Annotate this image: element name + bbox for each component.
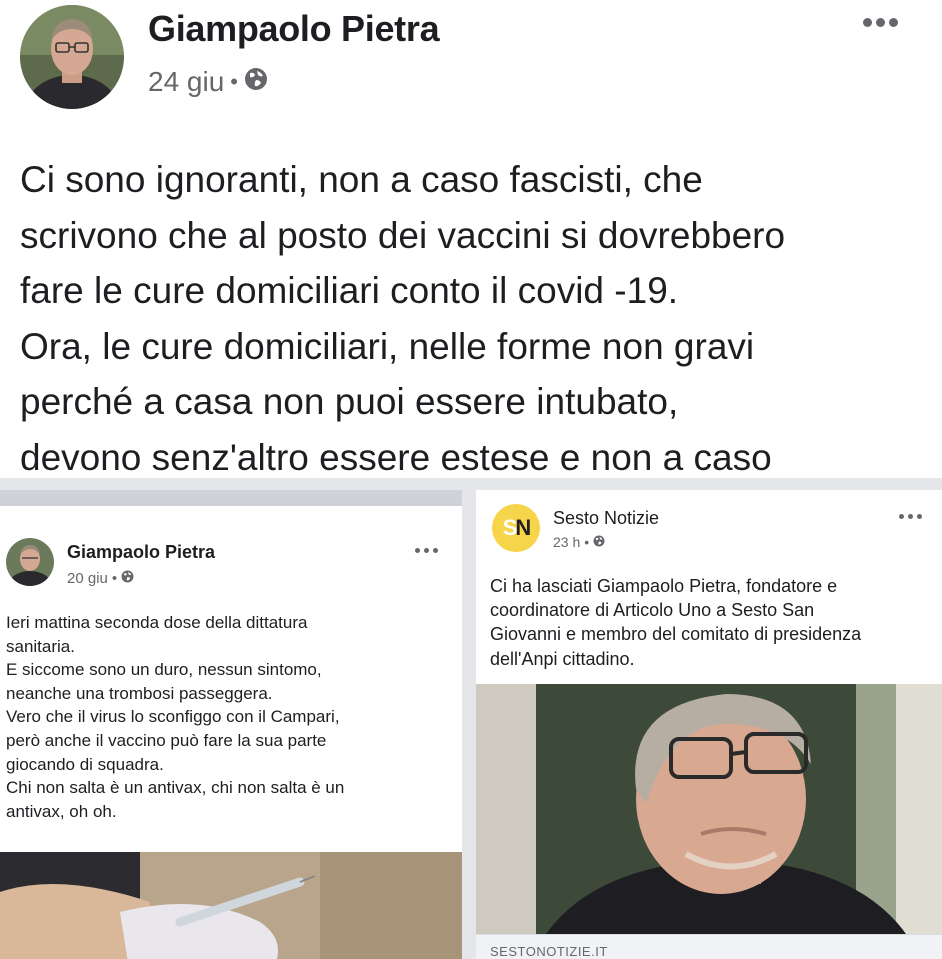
post-text-line: Ieri mattina seconda dose della dittatur…	[6, 613, 308, 632]
meta-separator: •	[584, 534, 590, 550]
post-text-line: neanche una trombosi passeggera.	[6, 683, 273, 703]
post-text-line: sanitaria.	[6, 636, 75, 656]
post-text-line: Ci sono ignoranti, non a caso fascisti, …	[20, 159, 703, 200]
link-preview-bar[interactable]: SESTONOTIZIE.IT	[476, 934, 942, 959]
post-text-line: Ora, le cure domiciliari, nelle forme no…	[20, 325, 755, 367]
main-post: Giampaolo Pietra 24 giu • Ci sono ignora…	[0, 0, 942, 478]
page-logo[interactable]: SN	[492, 504, 540, 552]
globe-icon	[593, 534, 605, 550]
meta-separator: •	[111, 570, 118, 587]
post-text-line: Vero che il virus lo sconfiggo con il Ca…	[6, 707, 340, 727]
author-avatar[interactable]	[6, 538, 54, 586]
more-options-icon[interactable]	[899, 514, 922, 519]
post-text-line: però anche il vaccino può fare la sua pa…	[6, 730, 327, 750]
post-text-line: Chi non salta è un antivax, chi non salt…	[6, 778, 345, 798]
post-text-line: devono senz'altro essere estese e non a …	[20, 436, 772, 478]
post-text-line: antivax, oh oh.	[6, 801, 117, 821]
author-name[interactable]: Giampaolo Pietra	[67, 542, 215, 563]
page-name[interactable]: Sesto Notizie	[553, 508, 659, 529]
post-text-line: Ci ha lasciati Giampaolo Pietra, fondato…	[490, 576, 838, 596]
post-text-line: giocando di squadra.	[6, 754, 164, 774]
vaccination-photo[interactable]	[0, 852, 462, 959]
author-avatar[interactable]	[20, 5, 124, 109]
author-name[interactable]: Giampaolo Pietra	[148, 8, 440, 50]
post-text-line: E siccome sono un duro, nessun sintomo,	[6, 660, 322, 680]
link-source: SESTONOTIZIE.IT	[490, 944, 608, 959]
post-text-line: perché a casa non puoi essere intubato,	[20, 381, 679, 422]
post-text: Ieri mattina seconda dose della dittatur…	[6, 611, 456, 823]
post-time[interactable]: 23 h	[553, 534, 580, 550]
globe-icon	[121, 570, 134, 587]
portrait-photo[interactable]	[476, 684, 942, 934]
post-date[interactable]: 20 giu	[67, 570, 108, 587]
post-text-line: scrivono che al posto dei vaccini si dov…	[20, 214, 786, 256]
meta-separator: •	[230, 69, 238, 94]
post-date[interactable]: 24 giu	[148, 66, 224, 98]
more-options-icon[interactable]	[863, 18, 898, 27]
post-text-line: Giovanni e membro del comitato di presid…	[490, 624, 862, 645]
post-text: Ci ha lasciati Giampaolo Pietra, fondato…	[490, 574, 935, 671]
post-meta: 24 giu •	[148, 66, 268, 98]
embedded-post-right: SN Sesto Notizie 23 h • Ci ha lasciati G…	[476, 490, 942, 959]
post-text-line: dell'Anpi cittadino.	[490, 648, 635, 669]
post-text-line: fare le cure domiciliari conto il covid …	[20, 270, 679, 311]
post-meta: 20 giu •	[67, 570, 134, 587]
post-meta: 23 h •	[553, 534, 605, 550]
globe-icon	[244, 66, 268, 98]
embedded-post-left: Giampaolo Pietra 20 giu • Ieri mattina s…	[0, 490, 462, 959]
post-text: Ci sono ignoranti, non a caso fascisti, …	[20, 152, 930, 485]
more-options-icon[interactable]	[415, 548, 438, 553]
post-text-line: coordinatore di Articolo Uno a Sesto San	[490, 600, 815, 621]
